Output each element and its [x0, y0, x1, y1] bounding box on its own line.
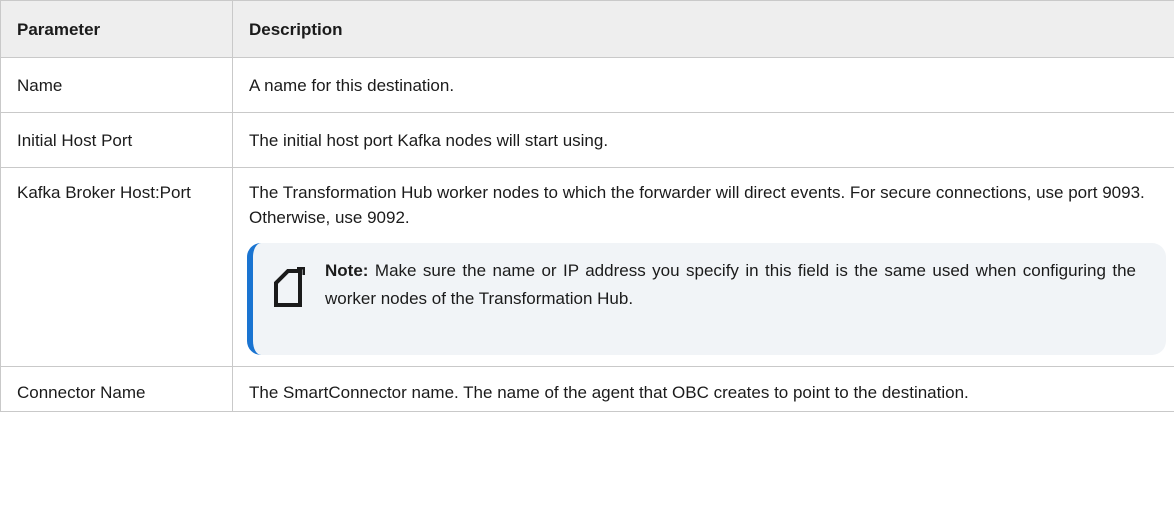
description-cell: The initial host port Kafka nodes will s…: [232, 112, 1174, 168]
description-cell: A name for this destination.: [232, 57, 1174, 113]
note-icon: [274, 267, 305, 307]
column-header-description: Description: [232, 0, 1174, 58]
note-text: Note: Make sure the name or IP address y…: [325, 253, 1136, 313]
description-cell: The Transformation Hub worker nodes to w…: [232, 167, 1174, 367]
parameters-table: Parameter Description Name A name for th…: [0, 0, 1174, 412]
table-header-row: Parameter Description: [0, 0, 1174, 58]
parameter-cell: Connector Name: [0, 366, 233, 412]
parameter-cell: Name: [0, 57, 233, 113]
column-header-parameter: Parameter: [0, 0, 233, 58]
description-cell: The SmartConnector name. The name of the…: [232, 366, 1174, 412]
note-callout: Note: Make sure the name or IP address y…: [247, 243, 1166, 355]
table-row: Name A name for this destination.: [0, 57, 1174, 113]
note-body: Make sure the name or IP address you spe…: [325, 261, 1136, 308]
table-row: Initial Host Port The initial host port …: [0, 112, 1174, 168]
description-text: The Transformation Hub worker nodes to w…: [249, 183, 1145, 227]
parameter-cell: Kafka Broker Host:Port: [0, 167, 233, 367]
note-label: Note:: [325, 261, 369, 280]
parameter-cell: Initial Host Port: [0, 112, 233, 168]
table-row: Kafka Broker Host:Port The Transformatio…: [0, 167, 1174, 367]
table-row: Connector Name The SmartConnector name. …: [0, 366, 1174, 412]
